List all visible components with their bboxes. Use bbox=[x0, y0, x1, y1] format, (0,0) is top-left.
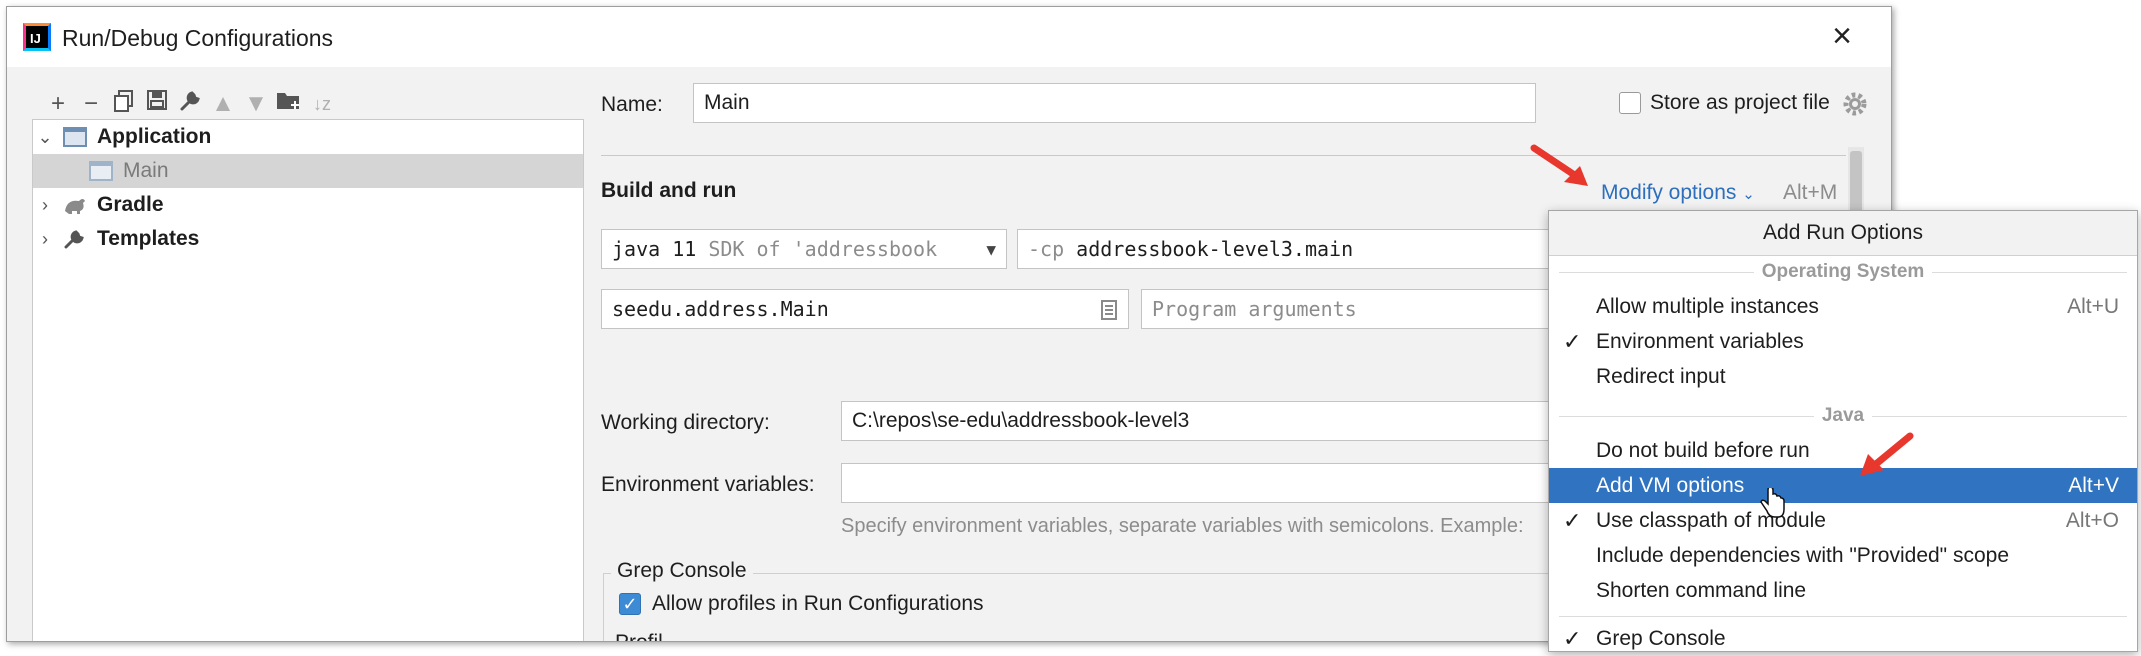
group-header-label: Java bbox=[1813, 405, 1873, 426]
environment-variables-label: Environment variables: bbox=[601, 473, 815, 496]
annotation-arrow-icon bbox=[1530, 144, 1588, 186]
tree-item-templates[interactable]: › Templates bbox=[33, 222, 583, 256]
sort-icon[interactable]: ↓z bbox=[307, 89, 337, 119]
working-directory-label: Working directory: bbox=[601, 411, 770, 434]
add-run-options-popup: Add Run Options Operating System Allow m… bbox=[1548, 210, 2138, 652]
menu-item-use-classpath-of-module[interactable]: ✓ Use classpath of module Alt+O bbox=[1549, 503, 2137, 538]
store-as-project-file-label: Store as project file bbox=[1650, 91, 1830, 114]
menu-item-add-vm-options[interactable]: Add VM options Alt+V bbox=[1549, 468, 2137, 503]
plus-icon[interactable]: + bbox=[43, 89, 73, 119]
application-icon bbox=[89, 161, 113, 181]
jdk-select[interactable]: java 11 SDK of 'addressbook ▼ bbox=[601, 229, 1007, 269]
arrow-up-icon[interactable]: ▲ bbox=[208, 89, 238, 119]
popup-title: Add Run Options bbox=[1549, 211, 2137, 256]
menu-item-label: Include dependencies with "Provided" sco… bbox=[1596, 544, 2010, 567]
menu-item-label: Redirect input bbox=[1596, 365, 1726, 388]
tree-item-label: Gradle bbox=[97, 193, 164, 216]
grep-console-heading: Grep Console bbox=[611, 559, 753, 583]
menu-item-include-dependencies-provided[interactable]: Include dependencies with "Provided" sco… bbox=[1549, 538, 2137, 573]
application-icon bbox=[63, 127, 87, 147]
main-class-value: seedu.address.Main bbox=[612, 297, 829, 321]
name-label: Name: bbox=[601, 93, 663, 116]
modify-options-label: Modify options bbox=[1601, 181, 1737, 204]
tree-item-gradle[interactable]: › Gradle bbox=[33, 188, 583, 222]
checkmark-icon: ✓ bbox=[1563, 329, 1582, 354]
logo-text: IJ bbox=[30, 31, 41, 46]
store-as-project-file-checkbox[interactable] bbox=[1619, 92, 1641, 114]
classpath-prefix: -cp bbox=[1028, 237, 1065, 261]
jdk-description: SDK of 'addressbook bbox=[708, 237, 938, 261]
allow-profiles-label: Allow profiles in Run Configurations bbox=[652, 592, 984, 615]
chevron-right-icon[interactable]: › bbox=[36, 222, 54, 256]
title-bar: IJ Run/Debug Configurations × bbox=[7, 7, 1891, 67]
classpath-module-select[interactable]: -cp addressbook-level3.main bbox=[1017, 229, 1557, 269]
menu-item-label: Environment variables bbox=[1596, 330, 1804, 353]
checkmark-icon: ✓ bbox=[1563, 626, 1582, 651]
close-icon[interactable]: × bbox=[1825, 19, 1859, 55]
menu-item-label: Use classpath of module bbox=[1596, 509, 1826, 532]
name-input[interactable]: Main bbox=[693, 83, 1536, 123]
copy-icon[interactable] bbox=[109, 89, 139, 119]
environment-variables-hint: Specify environment variables, separate … bbox=[841, 515, 1524, 537]
hand-cursor-icon bbox=[1760, 488, 1785, 518]
group-header-java: Java bbox=[1549, 401, 2137, 431]
menu-item-shortcut: Alt+V bbox=[2068, 474, 2119, 497]
program-arguments-input[interactable]: Program arguments bbox=[1141, 289, 1557, 329]
menu-item-allow-multiple-instances[interactable]: Allow multiple instances Alt+U bbox=[1549, 289, 2137, 324]
build-and-run-heading: Build and run bbox=[601, 179, 737, 202]
tree-item-label: Main bbox=[123, 159, 169, 182]
dropdown-arrow-icon: ▼ bbox=[986, 239, 996, 259]
menu-item-shortcut: Alt+O bbox=[2065, 509, 2119, 532]
menu-item-label: Do not build before run bbox=[1596, 439, 1810, 462]
divider bbox=[601, 155, 1846, 156]
allow-profiles-checkbox[interactable]: ✓ bbox=[619, 593, 641, 615]
arrow-down-icon[interactable]: ▼ bbox=[241, 89, 271, 119]
group-header-label: Operating System bbox=[1753, 261, 1933, 282]
menu-item-label: Add VM options bbox=[1596, 474, 1745, 497]
menu-item-shortcut: Alt+U bbox=[2067, 295, 2119, 318]
modify-options-link[interactable]: Modify options ⌄ bbox=[1601, 181, 1755, 205]
intellij-logo-icon: IJ bbox=[23, 23, 51, 51]
gradle-icon bbox=[65, 199, 85, 214]
group-divider bbox=[1559, 616, 2127, 617]
minus-icon[interactable]: − bbox=[76, 89, 106, 119]
chevron-right-icon[interactable]: › bbox=[36, 188, 54, 222]
group-header-operating-system: Operating System bbox=[1549, 257, 2137, 287]
window-title: Run/Debug Configurations bbox=[62, 25, 334, 51]
annotation-arrow-icon bbox=[1860, 432, 1914, 476]
save-icon[interactable] bbox=[142, 89, 172, 119]
jdk-version: java 11 bbox=[612, 237, 697, 261]
configurations-tree[interactable]: ⌄ Application Main › Gradle › Templates bbox=[32, 119, 584, 641]
tree-item-application[interactable]: ⌄ Application bbox=[33, 120, 583, 154]
wrench-icon[interactable] bbox=[175, 89, 205, 119]
tree-item-label: Application bbox=[97, 125, 212, 148]
menu-item-label: Allow multiple instances bbox=[1596, 295, 1819, 318]
menu-item-shorten-command-line[interactable]: Shorten command line bbox=[1549, 573, 2137, 608]
menu-item-label: Grep Console bbox=[1596, 627, 1726, 650]
menu-item-label: Shorten command line bbox=[1596, 579, 1807, 602]
wrench-icon bbox=[64, 230, 84, 249]
working-directory-input[interactable]: C:\repos\se-edu\addressbook-level3 bbox=[841, 401, 1557, 441]
menu-item-environment-variables[interactable]: ✓ Environment variables bbox=[1549, 324, 2137, 359]
menu-item-grep-console[interactable]: ✓ Grep Console bbox=[1549, 621, 2137, 656]
environment-variables-input[interactable] bbox=[841, 463, 1557, 503]
menu-item-redirect-input[interactable]: Redirect input bbox=[1549, 359, 2137, 394]
new-folder-icon[interactable] bbox=[274, 89, 304, 119]
modify-options-shortcut: Alt+M bbox=[1783, 181, 1838, 204]
tree-item-main[interactable]: Main bbox=[33, 154, 583, 188]
menu-item-do-not-build-before-run[interactable]: Do not build before run bbox=[1549, 433, 2137, 468]
tree-item-label: Templates bbox=[97, 227, 200, 250]
classpath-module: addressbook-level3.main bbox=[1076, 237, 1354, 261]
chevron-down-icon[interactable]: ⌄ bbox=[36, 120, 54, 154]
profiles-label: Profil bbox=[615, 631, 663, 641]
checkmark-icon: ✓ bbox=[1563, 508, 1582, 533]
gear-icon[interactable] bbox=[1842, 91, 1868, 117]
main-class-input[interactable]: seedu.address.Main bbox=[601, 289, 1129, 329]
chevron-down-icon: ⌄ bbox=[1742, 186, 1755, 203]
browse-class-icon[interactable] bbox=[1100, 300, 1118, 320]
